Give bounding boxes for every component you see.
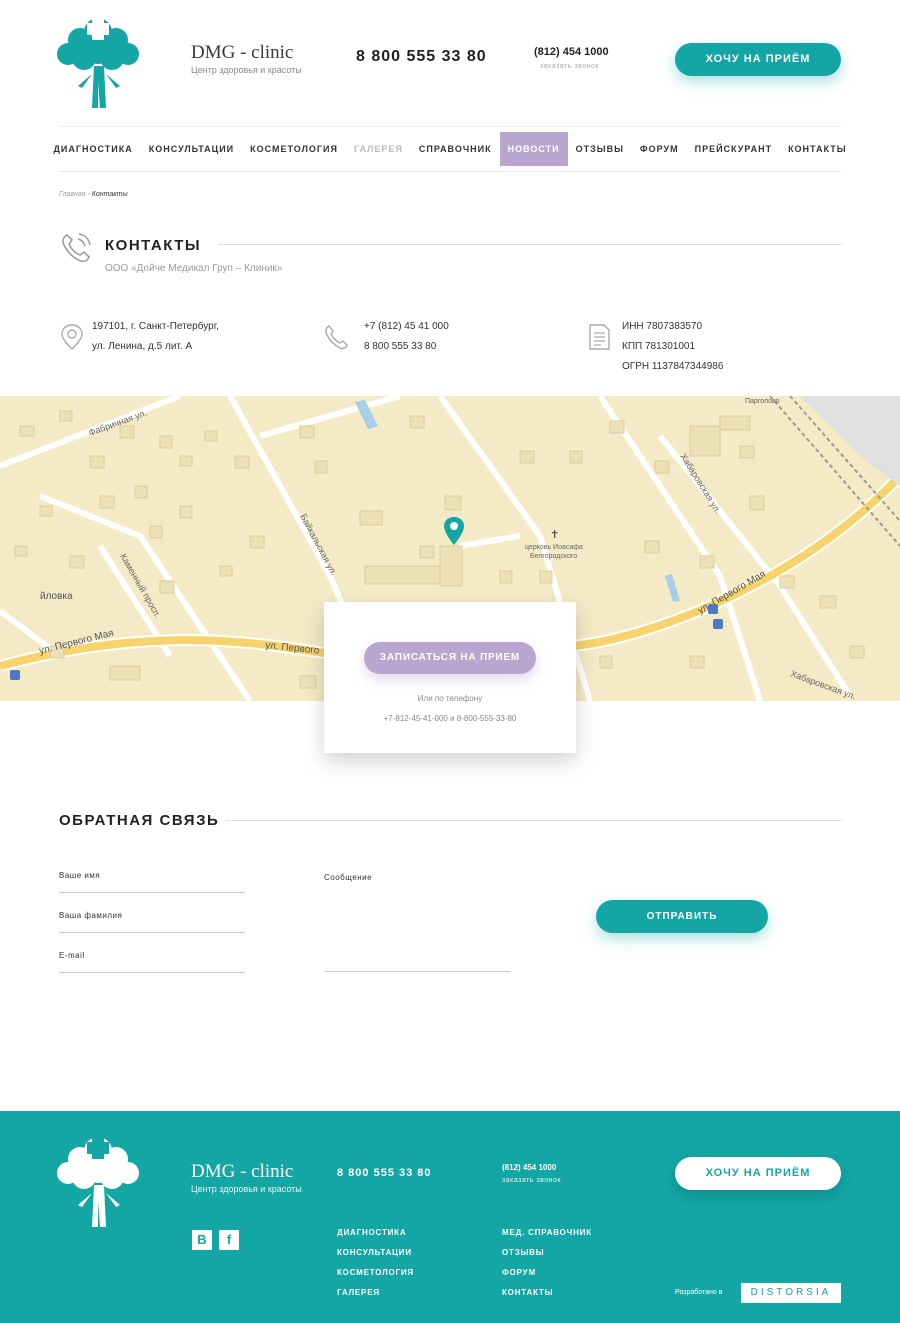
book-appointment-button[interactable]: ЗАПИСАТЬСЯ НА ПРИЕМ bbox=[364, 642, 536, 674]
phone-icon bbox=[62, 233, 91, 262]
footer-nav-med-reference[interactable]: МЕД. СПРАВОЧНИК bbox=[502, 1223, 592, 1243]
footer-callback-link[interactable]: заказать звонок bbox=[502, 1177, 561, 1184]
nav-item-reviews[interactable]: ОТЗЫВЫ bbox=[568, 132, 632, 166]
title-divider bbox=[218, 244, 841, 245]
address-line1: 197101, г. Санкт-Петербург, bbox=[92, 321, 219, 332]
footer-nav-gallery[interactable]: ГАЛЕРЕЯ bbox=[337, 1283, 414, 1303]
message-label: Сообщение bbox=[324, 873, 373, 882]
send-button[interactable]: ОТПРАВИТЬ bbox=[596, 900, 768, 933]
legal-info: ИНН 7807383570 КПП 781301001 ОГРН 113784… bbox=[622, 317, 723, 377]
nav-item-prices[interactable]: ПРЕЙСКУРАНТ bbox=[687, 132, 780, 166]
callback-link[interactable]: заказать звонок bbox=[540, 63, 599, 70]
footer-nav-col1: ДИАГНОСТИКА КОНСУЛЬТАЦИИ КОСМЕТОЛОГИЯ ГА… bbox=[337, 1223, 414, 1303]
breadcrumb-separator: - bbox=[87, 191, 90, 198]
brand-name: DMG - clinic bbox=[191, 42, 294, 63]
footer-logo[interactable] bbox=[52, 1131, 144, 1229]
last-name-field[interactable]: Ваша фамилия bbox=[59, 909, 245, 933]
footer-nav-cosmetology[interactable]: КОСМЕТОЛОГИЯ bbox=[337, 1263, 414, 1283]
footer-nav-reviews[interactable]: ОТЗЫВЫ bbox=[502, 1243, 592, 1263]
map-label-street-ayovka: йловка bbox=[40, 591, 73, 602]
email-label: E-mail bbox=[59, 951, 85, 960]
nav-item-forum[interactable]: ФОРУМ bbox=[632, 132, 687, 166]
map-label-church-2: Белгородского bbox=[530, 553, 577, 560]
church-cross-icon: ✝ bbox=[550, 529, 559, 541]
brand-tagline: Центр здоровья и красоты bbox=[191, 65, 302, 75]
footer-appointment-button[interactable]: ХОЧУ НА ПРИЁМ bbox=[675, 1157, 841, 1190]
developer-logo[interactable]: DISTORSIA bbox=[741, 1283, 841, 1303]
document-icon bbox=[589, 324, 610, 350]
kpp: КПП 781301001 bbox=[622, 341, 696, 352]
last-name-label: Ваша фамилия bbox=[59, 911, 123, 920]
nav-item-cosmetology[interactable]: КОСМЕТОЛОГИЯ bbox=[242, 132, 346, 166]
phone-handset-icon bbox=[325, 325, 348, 350]
phones: +7 (812) 45 41 000 8 800 555 33 80 bbox=[364, 317, 449, 357]
feedback-divider bbox=[225, 820, 841, 821]
location-pin-icon bbox=[61, 324, 83, 350]
footer: DMG - clinic Центр здоровья и красоты 8 … bbox=[0, 1111, 900, 1323]
breadcrumb-current: Контакты bbox=[91, 191, 128, 198]
footer-nav-contacts[interactable]: КОНТАКТЫ bbox=[502, 1283, 592, 1303]
map-label-pargolovo: Парголово bbox=[745, 398, 780, 405]
developed-by-text: Разработано в bbox=[675, 1289, 723, 1296]
card-phones[interactable]: +7-812-45-41-000 и 8-800-555-33-80 bbox=[324, 714, 576, 723]
nav-item-contacts[interactable]: КОНТАКТЫ bbox=[780, 132, 854, 166]
footer-brand-tagline: Центр здоровья и красоты bbox=[191, 1184, 302, 1194]
footer-nav-forum[interactable]: ФОРУМ bbox=[502, 1263, 592, 1283]
footer-nav-diagnostics[interactable]: ДИАГНОСТИКА bbox=[337, 1223, 414, 1243]
page-title: КОНТАКТЫ bbox=[105, 237, 202, 254]
first-name-field[interactable]: Ваше имя bbox=[59, 869, 245, 893]
clinic-logo[interactable] bbox=[52, 12, 144, 110]
ogrn: ОГРН 1137847344986 bbox=[622, 361, 724, 372]
phone-2[interactable]: 8 800 555 33 80 bbox=[364, 337, 449, 357]
vk-icon[interactable]: B bbox=[192, 1230, 212, 1250]
footer-nav-col2: МЕД. СПРАВОЧНИК ОТЗЫВЫ ФОРУМ КОНТАКТЫ bbox=[502, 1223, 592, 1303]
email-field[interactable]: E-mail bbox=[59, 949, 245, 973]
nav-item-news[interactable]: НОВОСТИ bbox=[499, 132, 568, 166]
footer-phone-city[interactable]: (812) 454 1000 bbox=[502, 1163, 556, 1172]
map-label-church: церковь Иоасафа bbox=[525, 544, 583, 551]
header-phone-city[interactable]: (812) 454 1000 bbox=[534, 46, 609, 58]
footer-brand-name: DMG - clinic bbox=[191, 1161, 294, 1182]
nav-item-gallery[interactable]: ГАЛЕРЕЯ bbox=[346, 132, 411, 166]
facebook-icon[interactable]: f bbox=[219, 1230, 239, 1250]
inn: ИНН 7807383570 bbox=[622, 321, 703, 332]
main-nav: ДИАГНОСТИКА КОНСУЛЬТАЦИИ КОСМЕТОЛОГИЯ ГА… bbox=[53, 126, 846, 172]
map-card: ЗАПИСАТЬСЯ НА ПРИЕМ Или по телефону +7-8… bbox=[324, 602, 576, 753]
phone-1[interactable]: +7 (812) 45 41 000 bbox=[364, 317, 449, 337]
message-field[interactable] bbox=[324, 971, 510, 972]
appointment-button[interactable]: ХОЧУ НА ПРИЁМ bbox=[675, 43, 841, 76]
nav-item-consultations[interactable]: КОНСУЛЬТАЦИИ bbox=[141, 132, 242, 166]
nav-item-diagnostics[interactable]: ДИАГНОСТИКА bbox=[45, 132, 140, 166]
page-subtitle: ООО «Дойче Медикал Груп – Клиник» bbox=[105, 263, 283, 274]
address-line2: ул. Ленина, д.5 лит. А bbox=[92, 341, 193, 352]
nav-item-reference[interactable]: СПРАВОЧНИК bbox=[411, 132, 500, 166]
address: 197101, г. Санкт-Петербург, ул. Ленина, … bbox=[92, 317, 219, 357]
feedback-title: ОБРАТНАЯ СВЯЗЬ bbox=[59, 812, 220, 829]
map-marker-icon[interactable] bbox=[443, 516, 465, 546]
footer-nav-consultations[interactable]: КОНСУЛЬТАЦИИ bbox=[337, 1243, 414, 1263]
footer-phone-main[interactable]: 8 800 555 33 80 bbox=[337, 1167, 432, 1179]
header-phone-main[interactable]: 8 800 555 33 80 bbox=[356, 48, 487, 66]
page: DMG - clinic Центр здоровья и красоты 8 … bbox=[0, 0, 900, 1323]
footer-brand: DMG - clinic Центр здоровья и красоты bbox=[191, 1161, 302, 1194]
breadcrumb-home[interactable]: Главная bbox=[59, 191, 85, 198]
or-by-phone-text: Или по телефону bbox=[417, 694, 483, 703]
brand: DMG - clinic Центр здоровья и красоты bbox=[191, 42, 302, 75]
breadcrumb: Главная - Контакты bbox=[59, 191, 128, 198]
first-name-label: Ваше имя bbox=[59, 871, 101, 880]
